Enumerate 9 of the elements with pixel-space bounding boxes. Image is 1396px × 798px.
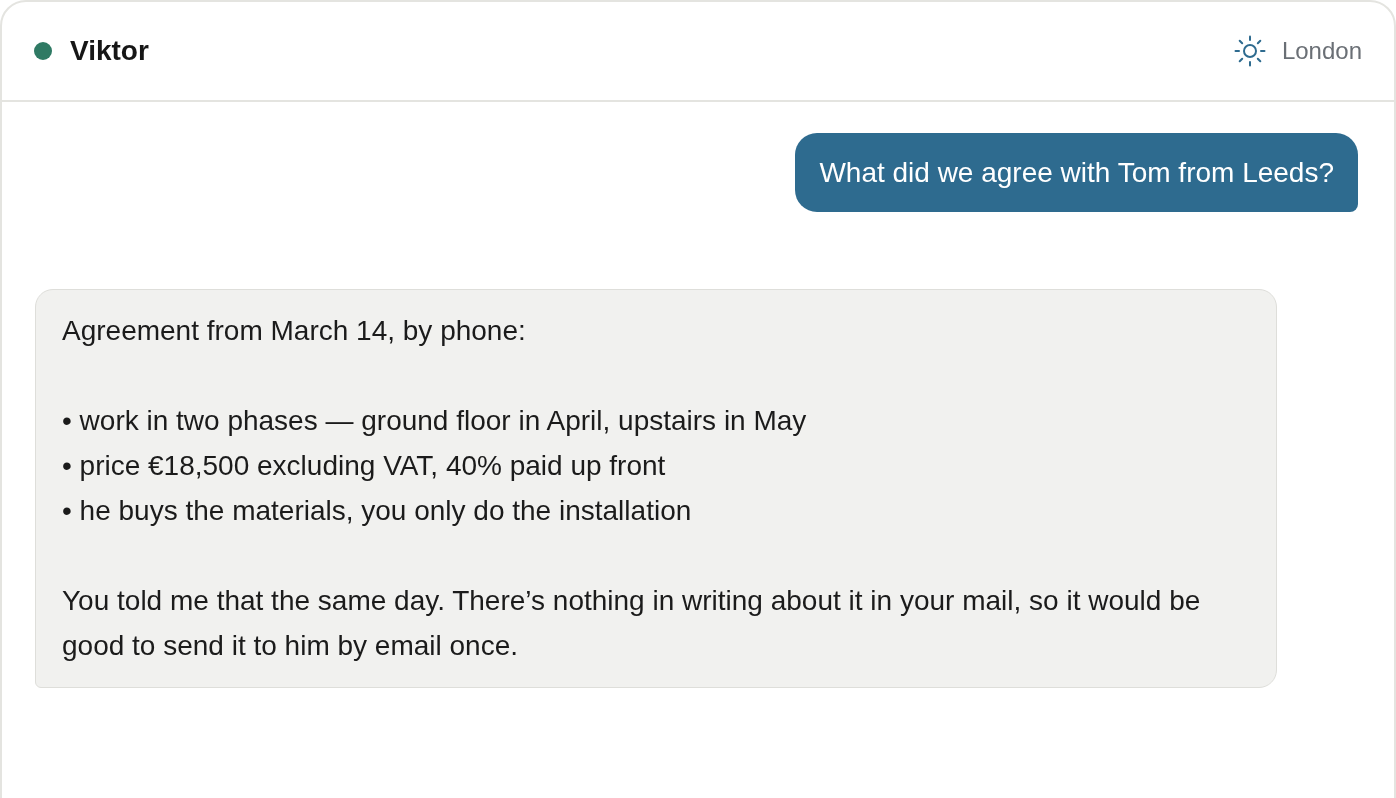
bullet-item: • price €18,500 excluding VAT, 40% paid up front <box>62 449 667 483</box>
user-message-bubble: What did we agree with Tom from Leeds? <box>795 133 1358 212</box>
location-label: London <box>1281 36 1362 66</box>
contact-name: Viktor <box>70 34 149 68</box>
message-paragraph: Agreement from March 14, by phone: <box>62 314 527 348</box>
message-paragraph: You told me that the same day. There’s nothing in writing about it in your mail, so it would be good to send it to him by email once. <box>62 584 1202 663</box>
bullet-item: • he buys the materials, you only do the installation <box>62 494 693 528</box>
sun-icon <box>1233 35 1266 67</box>
bullet-item: • work in two phases — ground floor in April, upstairs in May <box>62 404 808 438</box>
